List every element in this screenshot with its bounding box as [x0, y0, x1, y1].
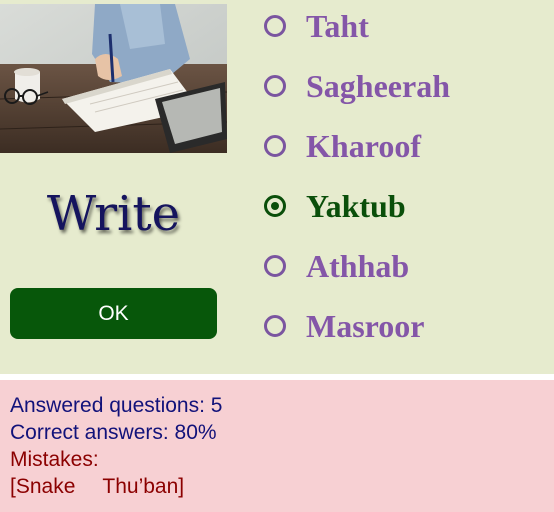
- radio-unchecked-icon[interactable]: [264, 75, 286, 97]
- radio-unchecked-icon[interactable]: [264, 255, 286, 277]
- mistakes-close-bracket: ]: [178, 475, 185, 498]
- correct-percentage: Correct answers: 80%: [10, 421, 217, 444]
- option-label: Masroor: [306, 307, 425, 344]
- mistakes-heading: Mistakes:: [10, 448, 99, 471]
- option-label: Yaktub: [306, 187, 406, 224]
- option-athhab[interactable]: Athhab: [264, 246, 409, 286]
- quiz-panel: Write OK Taht Sagheerah Kharoof Yaktub A…: [0, 0, 554, 374]
- option-label: Taht: [306, 7, 369, 44]
- mistake-item: Thu’ban: [102, 475, 179, 498]
- answered-count: Answered questions: 5: [10, 394, 223, 417]
- option-taht[interactable]: Taht: [264, 6, 369, 46]
- option-label: Sagheerah: [306, 67, 450, 104]
- ok-button[interactable]: OK: [10, 288, 217, 339]
- mistakes-list: [Snake Thu’ban]: [10, 473, 222, 500]
- mistakes-open-bracket: [: [10, 475, 16, 498]
- option-masroor[interactable]: Masroor: [264, 306, 424, 346]
- mistake-item: Snake: [15, 475, 76, 498]
- radio-unchecked-icon[interactable]: [264, 315, 286, 337]
- radio-unchecked-icon[interactable]: [264, 15, 286, 37]
- writing-photo: [0, 4, 227, 153]
- stats-panel: Answered questions: 5 Correct answers: 8…: [0, 380, 554, 512]
- radio-unchecked-icon[interactable]: [264, 135, 286, 157]
- option-yaktub[interactable]: Yaktub: [264, 186, 406, 226]
- option-sagheerah[interactable]: Sagheerah: [264, 66, 450, 106]
- option-label: Athhab: [306, 247, 410, 284]
- option-kharoof[interactable]: Kharoof: [264, 126, 421, 166]
- prompt-word: Write: [46, 186, 181, 242]
- option-label: Kharoof: [306, 127, 421, 164]
- radio-checked-icon[interactable]: [264, 195, 286, 217]
